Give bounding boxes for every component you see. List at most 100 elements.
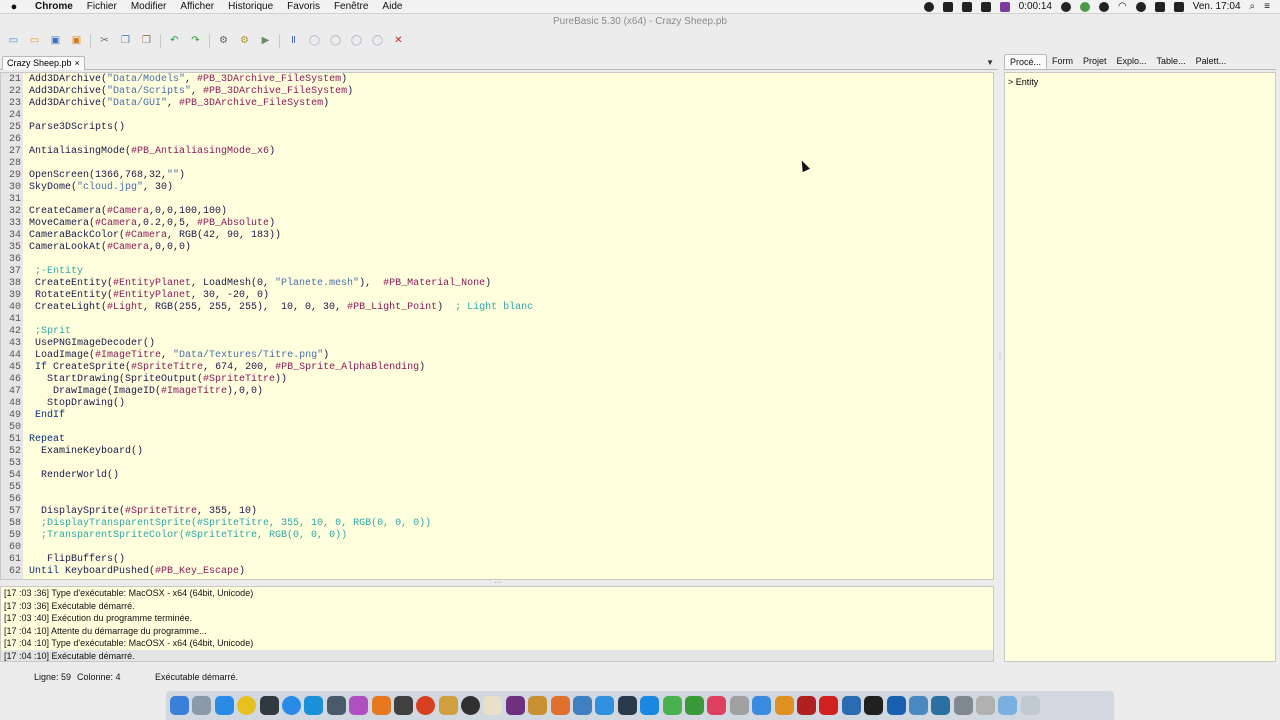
apple-menu-icon[interactable]: ● xyxy=(0,1,28,13)
code-text: AntialiasingMode(#PB_AntialiasingMode_x6… xyxy=(29,146,276,157)
recording-icon[interactable] xyxy=(999,1,1010,12)
dock-app-icon[interactable] xyxy=(640,696,660,715)
dock-app-icon[interactable] xyxy=(976,696,996,715)
save-icon[interactable]: ▣ xyxy=(48,34,63,49)
panel-tab[interactable]: Table... xyxy=(1152,54,1191,69)
menu-favoris[interactable]: Favoris xyxy=(280,1,327,12)
dock-app-icon[interactable] xyxy=(438,696,458,715)
open-file-icon[interactable]: ▭ xyxy=(27,34,42,49)
dock-app-icon[interactable] xyxy=(192,696,212,715)
dock-app-icon[interactable] xyxy=(998,696,1018,715)
dock-app-icon[interactable] xyxy=(237,696,257,715)
panel-tab[interactable]: Procé... xyxy=(1004,54,1048,69)
new-file-icon[interactable]: ▭ xyxy=(6,34,21,49)
dock-app-icon[interactable] xyxy=(729,696,749,715)
dock-app-icon[interactable] xyxy=(393,696,413,715)
code-editor[interactable]: 21 Add3DArchive("Data/Models", #PB_3DArch… xyxy=(0,72,994,580)
dock-app-icon[interactable] xyxy=(528,696,548,715)
dock-app-icon[interactable] xyxy=(371,696,391,715)
wifi-icon[interactable]: ◠ xyxy=(1118,1,1127,12)
debug-options-icon[interactable]: ⚙ xyxy=(237,34,252,49)
cut-icon[interactable]: ✂ xyxy=(97,34,112,49)
dock-app-icon[interactable] xyxy=(505,696,525,715)
menu-afficher[interactable]: Afficher xyxy=(173,1,221,12)
step-icon[interactable]: ◯ xyxy=(328,34,343,49)
dock-app-icon[interactable] xyxy=(483,696,503,715)
file-tab-strip: Crazy Sheep.pb × ▼ xyxy=(0,56,998,70)
dock-app-icon[interactable] xyxy=(461,696,481,715)
file-tab-crazy-sheep[interactable]: Crazy Sheep.pb × xyxy=(2,56,85,70)
dock-app-icon[interactable] xyxy=(304,696,324,715)
dock-app-icon[interactable] xyxy=(864,696,884,715)
dock-app-icon[interactable] xyxy=(1020,696,1040,715)
dock-app-icon[interactable] xyxy=(953,696,973,715)
panel-tab[interactable]: Projet xyxy=(1078,54,1112,69)
bluetooth-icon[interactable] xyxy=(1154,1,1165,12)
dock-app-icon[interactable] xyxy=(326,696,346,715)
display-icon[interactable] xyxy=(942,1,953,12)
menu-fichier[interactable]: Fichier xyxy=(80,1,124,12)
search-icon[interactable]: ⌕ xyxy=(1250,1,1256,12)
paste-icon[interactable]: ❐ xyxy=(139,34,154,49)
stop-icon[interactable]: ◯ xyxy=(307,34,322,49)
dock-app-icon[interactable] xyxy=(662,696,682,715)
evernote-icon[interactable] xyxy=(1079,1,1090,12)
line-number: 52 xyxy=(8,446,21,457)
dock-app-icon[interactable] xyxy=(416,696,436,715)
line-number: 22 xyxy=(8,86,21,97)
code-text: Repeat xyxy=(29,434,66,445)
dock-app-icon[interactable] xyxy=(595,696,615,715)
procedure-item[interactable]: > Entity xyxy=(1008,77,1272,87)
dock-app-icon[interactable] xyxy=(774,696,794,715)
dock-app-icon[interactable] xyxy=(259,696,279,715)
dropbox-icon[interactable] xyxy=(1098,1,1109,12)
menu-historique[interactable]: Historique xyxy=(221,1,280,12)
dock-app-icon[interactable] xyxy=(214,696,234,715)
vertical-splitter-handle[interactable]: ⋮ xyxy=(996,352,1004,361)
dock-app-icon[interactable] xyxy=(841,696,861,715)
dock-app-icon[interactable] xyxy=(931,696,951,715)
menu-fenetre[interactable]: Fenêtre xyxy=(327,1,375,12)
menu-aide[interactable]: Aide xyxy=(375,1,409,12)
dock-app-icon[interactable] xyxy=(617,696,637,715)
kill-icon[interactable]: ✕ xyxy=(391,34,406,49)
dock-app-icon[interactable] xyxy=(573,696,593,715)
dock-app-icon[interactable] xyxy=(752,696,772,715)
undo-icon[interactable]: ↶ xyxy=(167,34,182,49)
chevron-down-icon[interactable]: ▼ xyxy=(986,58,994,67)
run-icon[interactable]: ▶ xyxy=(258,34,273,49)
status-tray: 0:00:14 ◠ Ven. 17:04 ⌕ ≡ xyxy=(923,1,1280,12)
dock-app-icon[interactable] xyxy=(281,696,301,715)
menu-modifier[interactable]: Modifier xyxy=(124,1,174,12)
step-over-icon[interactable]: ◯ xyxy=(349,34,364,49)
sync-icon[interactable] xyxy=(1060,1,1071,12)
camera-icon[interactable] xyxy=(961,1,972,12)
copy-icon[interactable]: ❐ xyxy=(118,34,133,49)
dock-app-icon[interactable] xyxy=(349,696,369,715)
clock[interactable]: Ven. 17:04 xyxy=(1193,1,1241,12)
dock-app-icon[interactable] xyxy=(886,696,906,715)
pause-icon[interactable]: Ⅱ xyxy=(286,34,301,49)
dock-app-icon[interactable] xyxy=(684,696,704,715)
menu-app[interactable]: Chrome xyxy=(28,1,80,12)
panel-tab[interactable]: Palett... xyxy=(1191,54,1232,69)
dock-app-icon[interactable] xyxy=(707,696,727,715)
compile-icon[interactable]: ⚙ xyxy=(216,34,231,49)
redo-icon[interactable]: ↷ xyxy=(188,34,203,49)
close-tab-icon[interactable]: × xyxy=(75,57,80,70)
save-all-icon[interactable]: ▣ xyxy=(69,34,84,49)
time-machine-icon[interactable] xyxy=(1135,1,1146,12)
volume-icon[interactable] xyxy=(1173,1,1184,12)
dock-app-icon[interactable] xyxy=(170,696,189,715)
app-tray-icon[interactable] xyxy=(980,1,991,12)
panel-tab[interactable]: Form xyxy=(1047,54,1078,69)
dock-app-icon[interactable] xyxy=(908,696,928,715)
step-out-icon[interactable]: ◯ xyxy=(370,34,385,49)
dock-app-icon[interactable] xyxy=(550,696,570,715)
dock-app-icon[interactable] xyxy=(819,696,839,715)
code-text: CreateLight(#Light, RGB(255, 255, 255), … xyxy=(29,302,534,313)
notification-icon[interactable] xyxy=(923,1,934,12)
dock-app-icon[interactable] xyxy=(796,696,816,715)
panel-tab[interactable]: Explo... xyxy=(1112,54,1152,69)
notification-center-icon[interactable]: ≡ xyxy=(1264,1,1270,12)
